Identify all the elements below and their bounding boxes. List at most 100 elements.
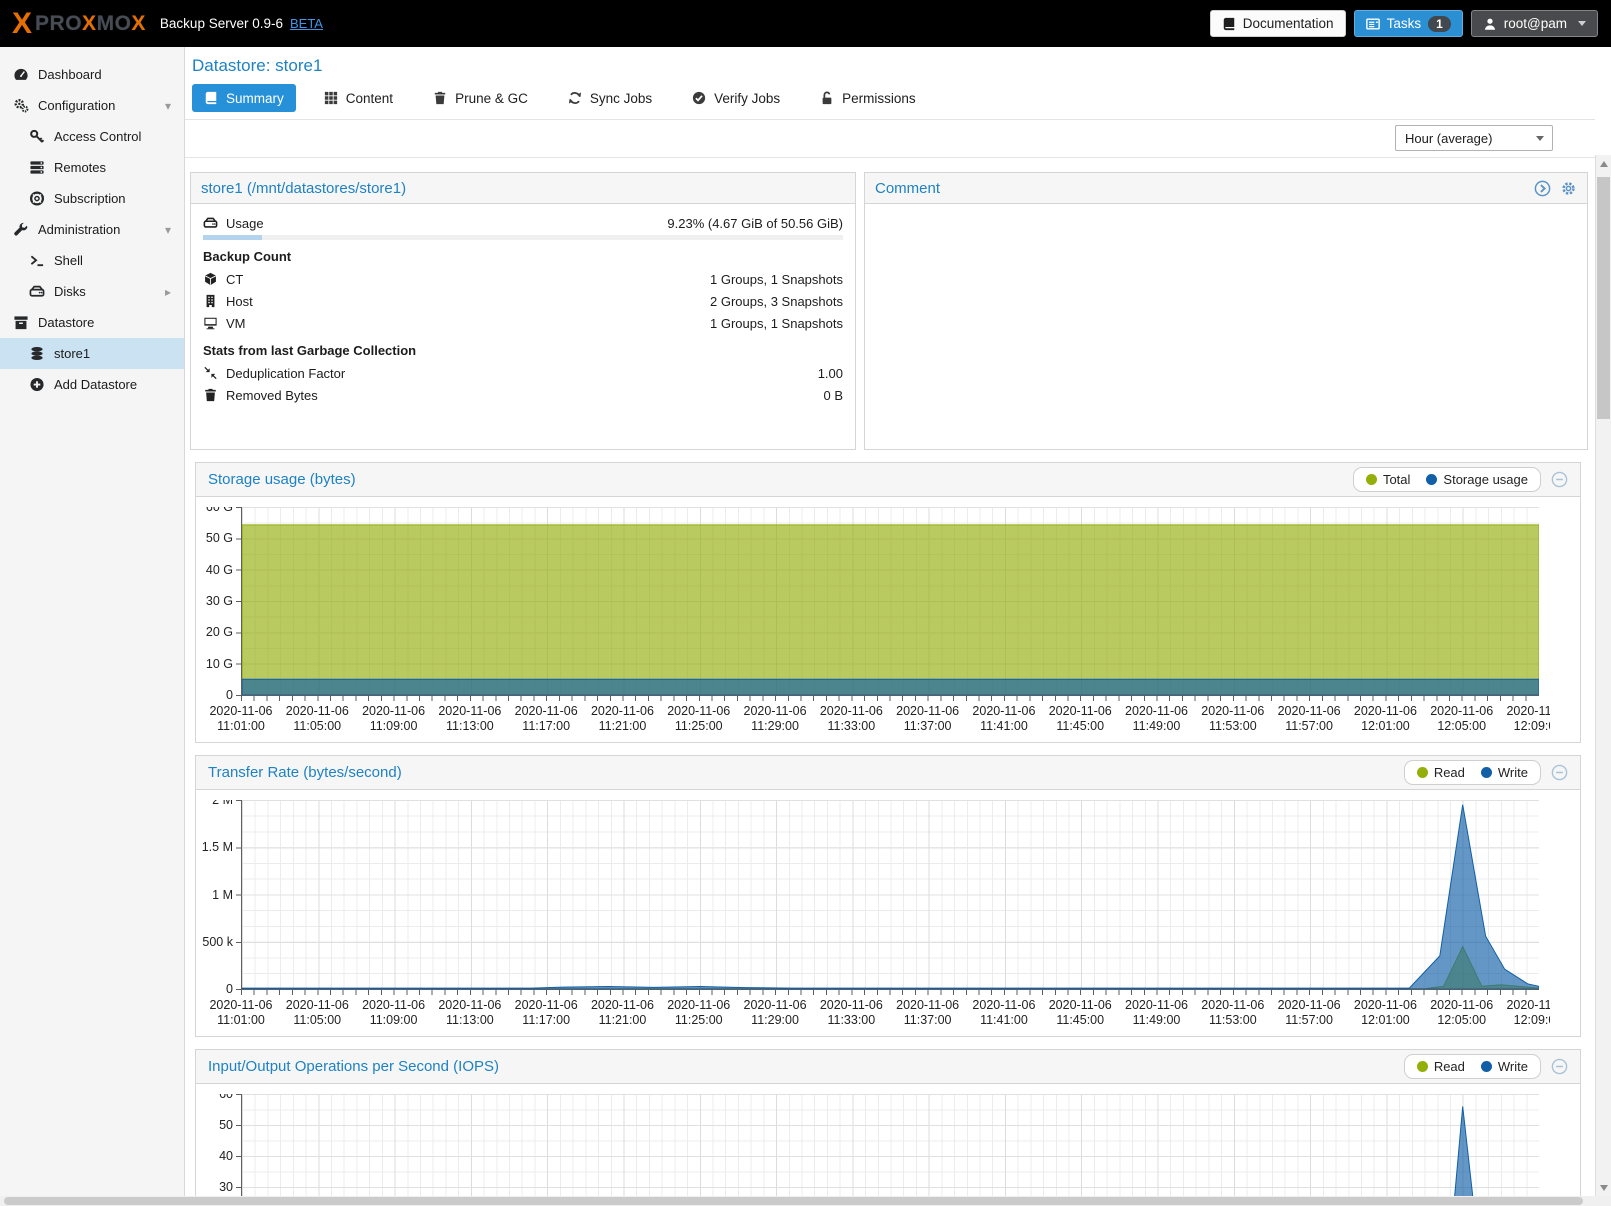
brand-letter: O bbox=[65, 12, 82, 36]
scrollbar-thumb[interactable] bbox=[1597, 177, 1610, 419]
sidebar-item-datastore[interactable]: Datastore bbox=[0, 307, 184, 338]
sidebar-item-remotes[interactable]: Remotes bbox=[0, 152, 184, 183]
comment-body[interactable] bbox=[865, 204, 1587, 220]
legend-item-write[interactable]: Write bbox=[1481, 1059, 1528, 1074]
sidebar-item-subscription[interactable]: Subscription bbox=[0, 183, 184, 214]
brand-letter: X bbox=[82, 12, 97, 36]
beta-link[interactable]: BETA bbox=[290, 16, 323, 31]
y-axis-label: 40 bbox=[196, 1149, 233, 1163]
tab-permissions[interactable]: Permissions bbox=[808, 84, 928, 112]
plus-circle-icon bbox=[29, 377, 45, 392]
chart-legend: Read Write bbox=[1404, 1054, 1541, 1079]
panel-title: Comment bbox=[875, 180, 940, 197]
comment-panel: Comment bbox=[864, 172, 1588, 450]
user-icon bbox=[1483, 17, 1497, 31]
y-axis-ticks bbox=[236, 800, 241, 991]
legend-item-read[interactable]: Read bbox=[1417, 1059, 1465, 1074]
chart-panel-transfer-rate-bytes-second: Transfer Rate (bytes/second) Read Write 2 M… bbox=[195, 755, 1581, 1037]
timeframe-select[interactable]: Hour (average) bbox=[1395, 125, 1553, 151]
scrollbar-track[interactable] bbox=[1595, 155, 1611, 1196]
usage-row: Usage 9.23% (4.67 GiB of 50.56 GiB) bbox=[203, 212, 843, 234]
stat-row-ct: CT1 Groups, 1 Snapshots bbox=[203, 268, 843, 290]
check-circle-icon bbox=[692, 91, 706, 105]
collapse-chart-icon[interactable] bbox=[1551, 471, 1568, 488]
header-buttons: Documentation Tasks 1 root@pam bbox=[1210, 10, 1611, 37]
brand-letter: O bbox=[115, 12, 132, 36]
chart-legend: Total Storage usage bbox=[1353, 467, 1541, 492]
trash-icon bbox=[433, 91, 447, 105]
key-icon bbox=[29, 129, 45, 144]
unlock-icon bbox=[820, 91, 834, 105]
chevron-right-icon[interactable]: ▸ bbox=[165, 285, 184, 299]
chart-toolbar: Hour (average) bbox=[185, 120, 1595, 158]
tab-prune-gc[interactable]: Prune & GC bbox=[421, 84, 540, 112]
legend-item-storage-usage[interactable]: Storage usage bbox=[1426, 472, 1528, 487]
stat-label: Removed Bytes bbox=[226, 388, 318, 403]
y-axis-label: 0 bbox=[196, 982, 233, 996]
legend-item-write[interactable]: Write bbox=[1481, 765, 1528, 780]
legend-item-total[interactable]: Total bbox=[1366, 472, 1410, 487]
vertical-scrollbar bbox=[1595, 47, 1611, 1196]
collapse-chart-icon[interactable] bbox=[1551, 764, 1568, 781]
sidebar-item-dashboard[interactable]: Dashboard bbox=[0, 59, 184, 90]
sidebar: Dashboard Configuration ▾ Access ControlRem… bbox=[0, 47, 185, 1196]
y-axis-label: 2 M bbox=[196, 800, 233, 807]
sidebar-item-label: Datastore bbox=[38, 315, 94, 330]
scroll-down-arrow[interactable] bbox=[1600, 1185, 1608, 1191]
legend-label: Write bbox=[1498, 1059, 1528, 1074]
tasks-button[interactable]: Tasks 1 bbox=[1354, 10, 1463, 37]
series-write bbox=[242, 805, 1539, 989]
x-axis-ticks bbox=[241, 990, 1538, 995]
sidebar-item-configuration[interactable]: Configuration ▾ bbox=[0, 90, 184, 121]
sidebar-item-shell[interactable]: Shell bbox=[0, 245, 184, 276]
sidebar-item-disks[interactable]: Disks▸ bbox=[0, 276, 184, 307]
chart-header: Input/Output Operations per Second (IOPS… bbox=[196, 1050, 1580, 1084]
brand-letter: P bbox=[35, 12, 50, 36]
tab-label: Summary bbox=[226, 91, 284, 106]
sidebar-item-access-control[interactable]: Access Control bbox=[0, 121, 184, 152]
chart-title: Transfer Rate (bytes/second) bbox=[208, 764, 402, 781]
chart-title: Storage usage (bytes) bbox=[208, 471, 356, 488]
user-menu-button[interactable]: root@pam bbox=[1471, 10, 1598, 37]
stat-label: CT bbox=[226, 272, 243, 287]
stat-value: 0 B bbox=[823, 388, 843, 403]
chevron-down-icon[interactable]: ▾ bbox=[165, 223, 184, 237]
y-axis-label: 30 G bbox=[196, 594, 233, 608]
stat-value: 2 Groups, 3 Snapshots bbox=[710, 294, 843, 309]
sidebar-item-add-datastore[interactable]: Add Datastore bbox=[0, 369, 184, 400]
chart-panel-input-output-operations-per-second-iops: Input/Output Operations per Second (IOPS… bbox=[195, 1049, 1581, 1206]
book-icon bbox=[204, 91, 218, 105]
tab-content[interactable]: Content bbox=[312, 84, 405, 112]
sidebar-item-administration[interactable]: Administration▾ bbox=[0, 214, 184, 245]
legend-item-read[interactable]: Read bbox=[1417, 765, 1465, 780]
series-storage-usage bbox=[242, 679, 1539, 695]
scroll-up-arrow[interactable] bbox=[1600, 161, 1608, 167]
x-axis-time: 12:09:00 bbox=[1493, 1013, 1550, 1028]
page-title: Datastore: store1 bbox=[192, 56, 322, 75]
chart-plot-wrap: 2 M1.5 M1 M500 k02020-11-0611:01:002020-… bbox=[241, 800, 1538, 1031]
server-icon bbox=[29, 160, 45, 175]
tab-sync-jobs[interactable]: Sync Jobs bbox=[556, 84, 664, 112]
tab-bar: Summary Content Prune & GC Sync Jobs Verify … bbox=[185, 78, 1595, 120]
legend-dot-icon bbox=[1366, 474, 1377, 485]
sidebar-item-store1[interactable]: store1 bbox=[0, 338, 184, 369]
trash-icon bbox=[203, 388, 218, 402]
y-axis-label: 60 G bbox=[196, 507, 233, 514]
sidebar-item-label: Configuration bbox=[38, 98, 115, 113]
stat-value: 1 Groups, 1 Snapshots bbox=[710, 316, 843, 331]
documentation-button[interactable]: Documentation bbox=[1210, 10, 1346, 37]
horizontal-scrollbar[interactable] bbox=[0, 1196, 1611, 1206]
tab-summary[interactable]: Summary bbox=[192, 84, 296, 112]
scrollbar-thumb[interactable] bbox=[4, 1197, 1583, 1205]
gear-icon[interactable] bbox=[1560, 180, 1577, 197]
legend-dot-icon bbox=[1417, 767, 1428, 778]
collapse-chart-icon[interactable] bbox=[1551, 1058, 1568, 1075]
y-axis-ticks bbox=[236, 507, 241, 697]
sync-icon bbox=[568, 91, 582, 105]
chevron-down-icon[interactable]: ▾ bbox=[165, 99, 184, 113]
expand-chevron-circle-icon[interactable] bbox=[1534, 180, 1551, 197]
tab-label: Prune & GC bbox=[455, 91, 528, 106]
grid-icon bbox=[324, 91, 338, 105]
tab-verify-jobs[interactable]: Verify Jobs bbox=[680, 84, 792, 112]
y-axis-label: 10 G bbox=[196, 657, 233, 671]
